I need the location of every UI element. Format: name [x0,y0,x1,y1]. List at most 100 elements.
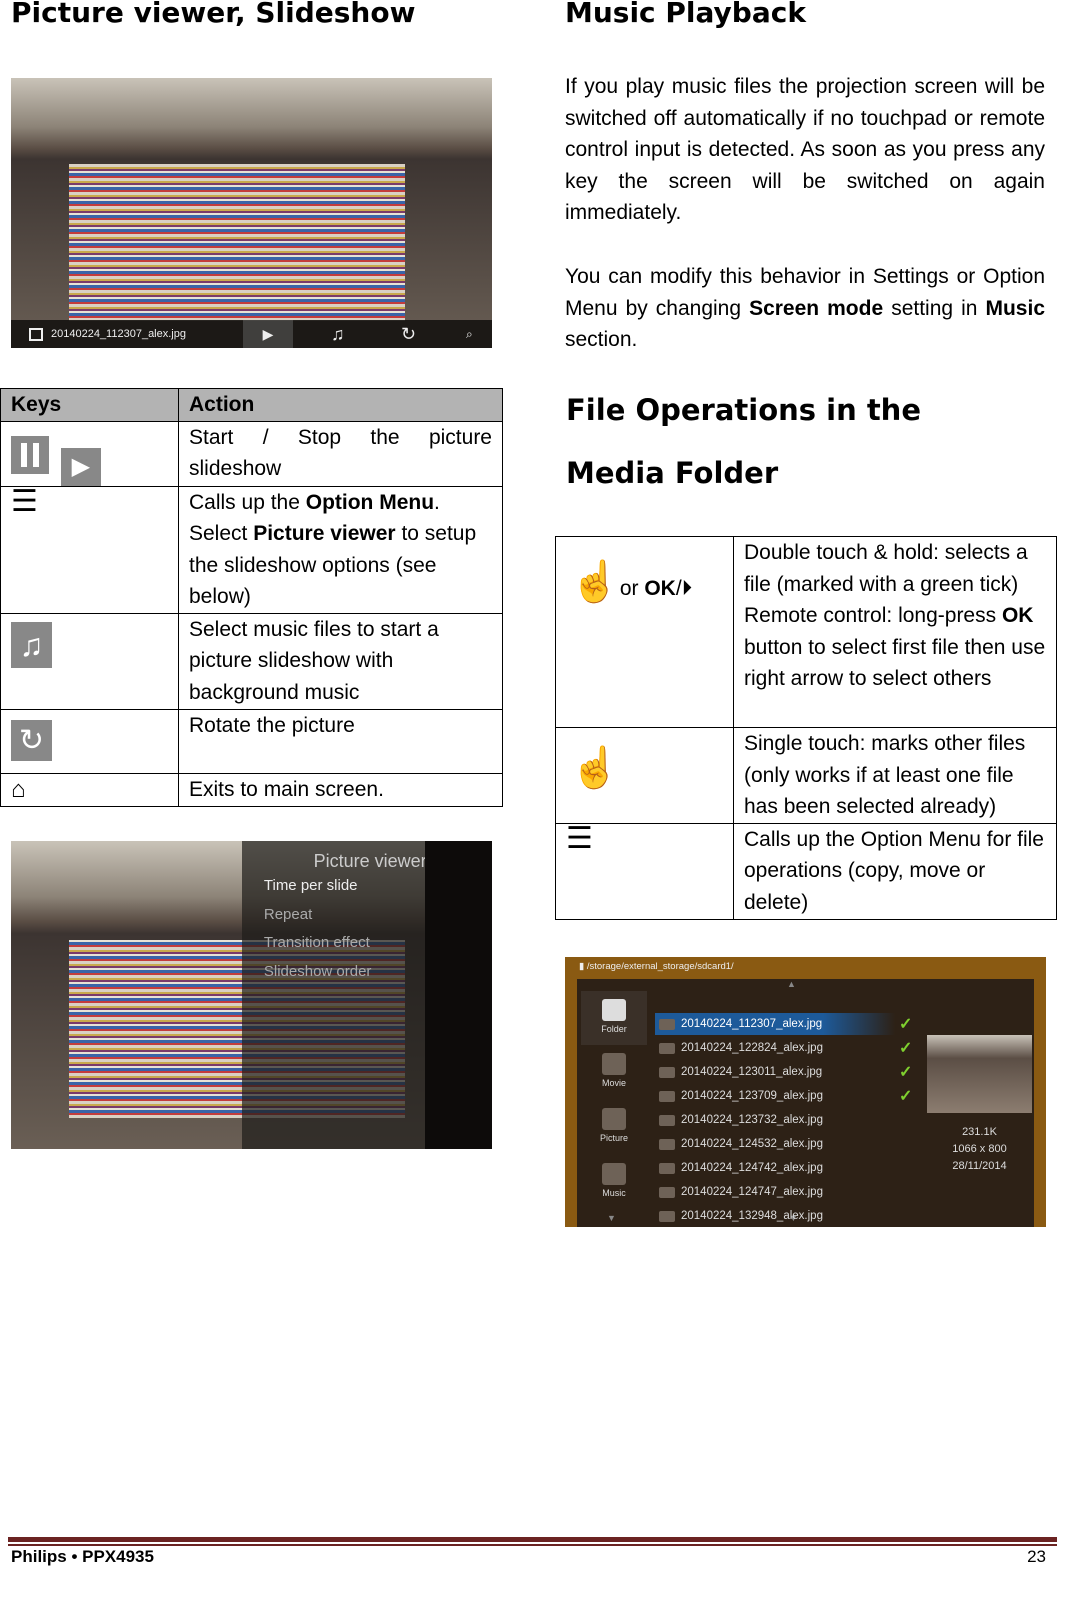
picture-viewer-menu: Picture viewer Time per slide Repeat Tra… [241,841,427,1149]
section-title-media-folder: Media Folder [566,456,779,490]
browser-path: ▮ /storage/external_storage/sdcard1/ [579,961,734,972]
key-cell: ☝or OK/⏵ [555,536,734,728]
footer-bar [8,1537,1057,1542]
music-paragraph-2: You can modify this behavior in Settings… [565,265,1045,351]
action-cell: Calls up the Option Menu for file operat… [733,822,1057,920]
file-date: 28/11/2014 [952,1160,1007,1172]
action-cell: Calls up the Option Menu. Select Picture… [178,485,503,614]
home-icon: ⌂ [11,775,26,803]
file-resolution: 1066 x 800 [952,1143,1007,1155]
camera-icon [602,1108,626,1130]
camera-icon [659,1114,675,1126]
selected-check-icon: ✓ [899,1040,913,1057]
rotate-icon: ↻ [401,323,417,344]
menu-title: Picture viewer [313,851,427,871]
action-cell: Start / Stop the picture slideshow [178,420,503,487]
action-cell: Exits to main screen. [178,772,503,807]
file-row[interactable]: 20140224_112307_alex.jpg [655,1013,895,1035]
footer-product: Philips • PPX4935 [11,1547,154,1566]
file-name: 20140224_124742_alex.jpg [681,1162,823,1174]
camera-icon [659,1042,675,1054]
music-icon: ♫ [331,323,345,344]
action-cell: Single touch: marks other files (only wo… [733,727,1057,824]
header-action: Action [178,388,503,422]
camera-icon [659,1162,675,1174]
action-cell: Select music files to start a picture sl… [178,612,503,710]
selected-check-icon: ✓ [899,1064,913,1081]
file-operations-table: ☝or OK/⏵ Double touch & hold: selects a … [555,536,1057,920]
file-name: 20140224_124747_alex.jpg [681,1186,823,1198]
photo-content [68,164,406,321]
viewer-control-bar: 20140224_112307_alex.jpg ▶ ♫ ↻ ⌕ [11,320,492,348]
camera-icon [659,1066,675,1078]
file-name: 20140224_123732_alex.jpg [681,1114,823,1126]
image-icon [29,327,43,341]
preview-thumbnail [927,1035,1032,1113]
music-icon: ♫ [11,621,52,668]
single-tap-icon: ☝ [570,746,620,790]
play-icon: ▶ [243,320,293,348]
menu-item: Time per slide [263,877,358,894]
nav-music: Music [581,1155,647,1209]
file-info: 231.1K 1066 x 800 28/11/2014 [927,1124,1032,1175]
action-cell: Rotate the picture [178,708,503,774]
section-title-picture-viewer: Picture viewer, Slideshow [11,0,416,29]
key-cell: ⌂ [0,772,179,807]
key-cell: ☰ [555,821,734,920]
rotate-icon: ↻ [11,719,52,761]
header-keys: Keys [0,388,179,422]
camera-icon [659,1090,675,1102]
file-row[interactable]: 20140224_124742_alex.jpg [655,1157,895,1179]
keys-table: Keys Action ▶ Start / Stop the picture sl… [0,388,503,807]
file-name: 20140224_122824_alex.jpg [681,1042,823,1054]
file-row[interactable]: 20140224_122824_alex.jpg [655,1037,895,1059]
camera-icon [659,1018,675,1030]
file-row[interactable]: 20140224_124532_alex.jpg [655,1133,895,1155]
nav-folder: Folder [581,991,647,1045]
action-cell: Double touch & hold: selects a file (mar… [733,536,1057,728]
key-cell: ♫ [0,612,179,710]
menu-item: Transition effect [263,934,370,951]
camera-icon [659,1138,675,1150]
media-browser-screenshot: ▮ /storage/external_storage/sdcard1/ ▲ F… [565,957,1046,1227]
menu-item: Repeat [263,906,313,923]
file-row[interactable]: 20140224_132948_alex.jpg [655,1205,895,1227]
nav-movie: Movie [581,1045,647,1099]
browser-panel: ▲ Folder Movie Picture Music ▼ ▼ 231.1K … [577,979,1034,1227]
file-name: 20140224_132948_alex.jpg [681,1210,823,1222]
search-icon: ⌕ [466,326,473,341]
folder-icon [602,999,626,1021]
music-paragraph-1: If you play music files the projection s… [565,75,1045,224]
file-size: 231.1K [962,1126,997,1138]
nav-picture: Picture [581,1100,647,1154]
selected-check-icon: ✓ [899,1088,913,1105]
sdcard-icon: ▮ [579,961,587,972]
menu-icon: ☰ [11,484,38,518]
film-icon [602,1053,626,1075]
picture-viewer-menu-screenshot: Picture viewer Time per slide Repeat Tra… [11,841,492,1149]
ok-play-icon: ⏵ [681,577,693,600]
key-cell: ☝ [555,727,734,824]
double-tap-icon: ☝ [570,560,620,604]
section-title-music-playback: Music Playback [565,0,806,29]
camera-icon [659,1186,675,1198]
file-row[interactable]: 20140224_123732_alex.jpg [655,1109,895,1131]
menu-item: Slideshow order [263,963,372,980]
file-row[interactable]: 20140224_124747_alex.jpg [655,1181,895,1203]
file-row[interactable]: 20140224_123709_alex.jpg [655,1085,895,1107]
scroll-up-icon: ▲ [787,979,796,989]
camera-icon [659,1210,675,1222]
key-cell: ☰ [0,484,179,614]
slideshow-screenshot: 20140224_112307_alex.jpg ▶ ♫ ↻ ⌕ [11,78,492,348]
footer-page-number: 23 [1027,1547,1046,1566]
menu-icon: ☰ [566,821,593,855]
play-icon: ▶ [60,447,101,486]
file-row[interactable]: 20140224_123011_alex.jpg [655,1061,895,1083]
file-name: 20140224_112307_alex.jpg [681,1018,823,1030]
section-title-file-operations: File Operations in the [566,393,921,427]
viewer-filename: 20140224_112307_alex.jpg [51,328,186,340]
file-name: 20140224_123011_alex.jpg [681,1066,823,1078]
key-cell: ↻ [0,708,179,774]
key-cell: ▶ [0,420,179,487]
file-name: 20140224_124532_alex.jpg [681,1138,823,1150]
